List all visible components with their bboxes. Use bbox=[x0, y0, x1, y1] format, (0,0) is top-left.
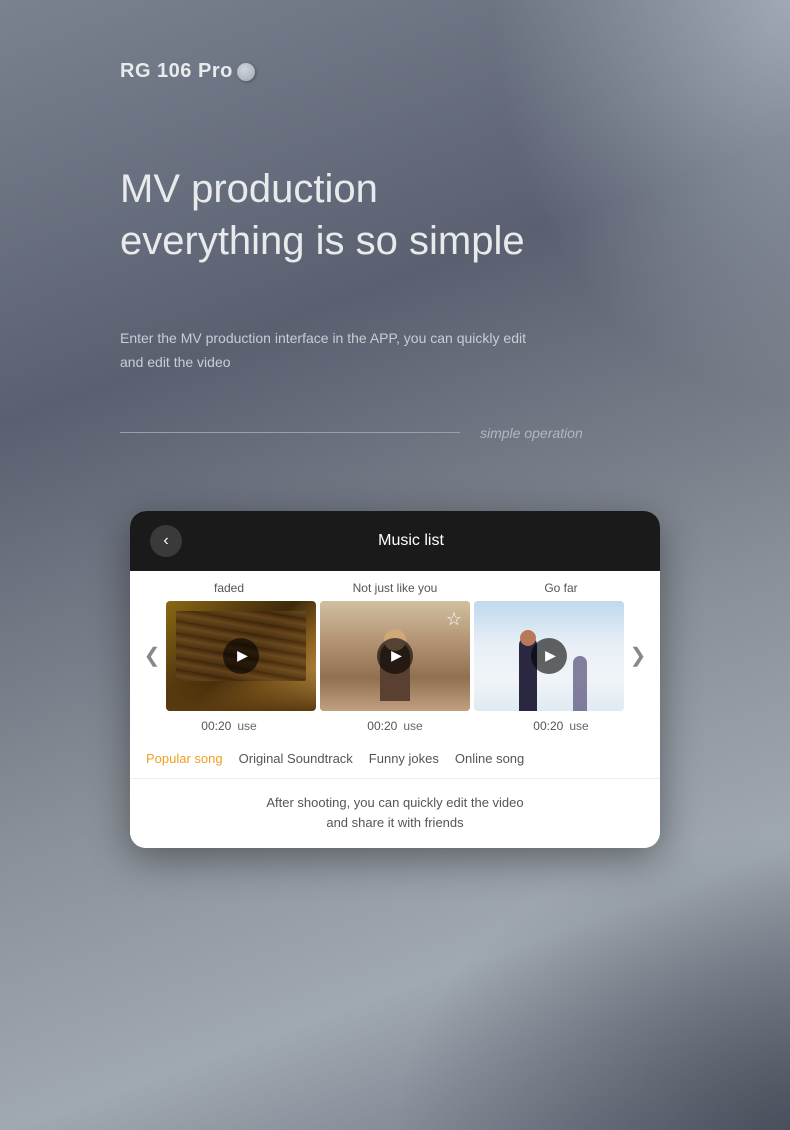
category-tabs: Popular song Original Soundtrack Funny j… bbox=[130, 741, 660, 778]
music-card-title: Music list bbox=[182, 532, 640, 550]
brand-name: RG 106 Pro bbox=[120, 60, 233, 83]
cat-ost[interactable]: Original Soundtrack bbox=[239, 751, 353, 766]
headline-line2: everything is so simple bbox=[120, 215, 670, 267]
track-label-2: Not just like you bbox=[312, 581, 478, 595]
music-list-card: ‹ Music list faded Not just like you Go … bbox=[130, 511, 660, 849]
track-item-3[interactable] bbox=[474, 601, 624, 711]
divider-row: simple operation bbox=[120, 425, 670, 441]
footer-line2: and share it with friends bbox=[150, 813, 640, 834]
time-2: 00:20 bbox=[367, 719, 397, 733]
favorite-icon-2[interactable]: ☆ bbox=[446, 609, 462, 630]
track-thumb-3 bbox=[474, 601, 624, 711]
time-1: 00:20 bbox=[201, 719, 231, 733]
brand-header: RG 106 Pro bbox=[120, 60, 670, 83]
tracks-row: ❮ ☆ bbox=[130, 601, 660, 711]
track-thumb-2: ☆ bbox=[320, 601, 470, 711]
track-item-2[interactable]: ☆ bbox=[320, 601, 470, 711]
footer-line1: After shooting, you can quickly edit the… bbox=[150, 793, 640, 814]
track-label-1: faded bbox=[146, 581, 312, 595]
cat-popular[interactable]: Popular song bbox=[146, 751, 223, 766]
track-item-1[interactable] bbox=[166, 601, 316, 711]
play-button-3[interactable] bbox=[531, 638, 567, 674]
track-control-2: 00:20 use bbox=[312, 719, 478, 733]
brand-icon bbox=[237, 63, 255, 81]
use-button-2[interactable]: use bbox=[403, 719, 422, 733]
track-thumb-1 bbox=[166, 601, 316, 711]
music-card-header: ‹ Music list bbox=[130, 511, 660, 571]
cat-online[interactable]: Online song bbox=[455, 751, 524, 766]
music-card-footer: After shooting, you can quickly edit the… bbox=[130, 778, 660, 849]
prev-arrow[interactable]: ❮ bbox=[138, 642, 166, 670]
track-controls-row: 00:20 use 00:20 use 00:20 use bbox=[130, 711, 660, 741]
use-button-1[interactable]: use bbox=[237, 719, 256, 733]
play-button-2[interactable] bbox=[377, 638, 413, 674]
next-arrow[interactable]: ❯ bbox=[624, 642, 652, 670]
track-label-3: Go far bbox=[478, 581, 644, 595]
track-labels-row: faded Not just like you Go far bbox=[130, 571, 660, 601]
back-button[interactable]: ‹ bbox=[150, 525, 182, 557]
cat-funny[interactable]: Funny jokes bbox=[369, 751, 439, 766]
simple-operation-label: simple operation bbox=[480, 425, 583, 441]
track-control-3: 00:20 use bbox=[478, 719, 644, 733]
use-button-3[interactable]: use bbox=[569, 719, 588, 733]
headline-line1: MV production bbox=[120, 163, 670, 215]
time-3: 00:20 bbox=[533, 719, 563, 733]
divider-line bbox=[120, 432, 460, 433]
track-control-1: 00:20 use bbox=[146, 719, 312, 733]
tracks-container: ☆ bbox=[166, 601, 624, 711]
description-text: Enter the MV production interface in the… bbox=[120, 327, 540, 375]
play-button-1[interactable] bbox=[223, 638, 259, 674]
headline: MV production everything is so simple bbox=[120, 163, 670, 267]
